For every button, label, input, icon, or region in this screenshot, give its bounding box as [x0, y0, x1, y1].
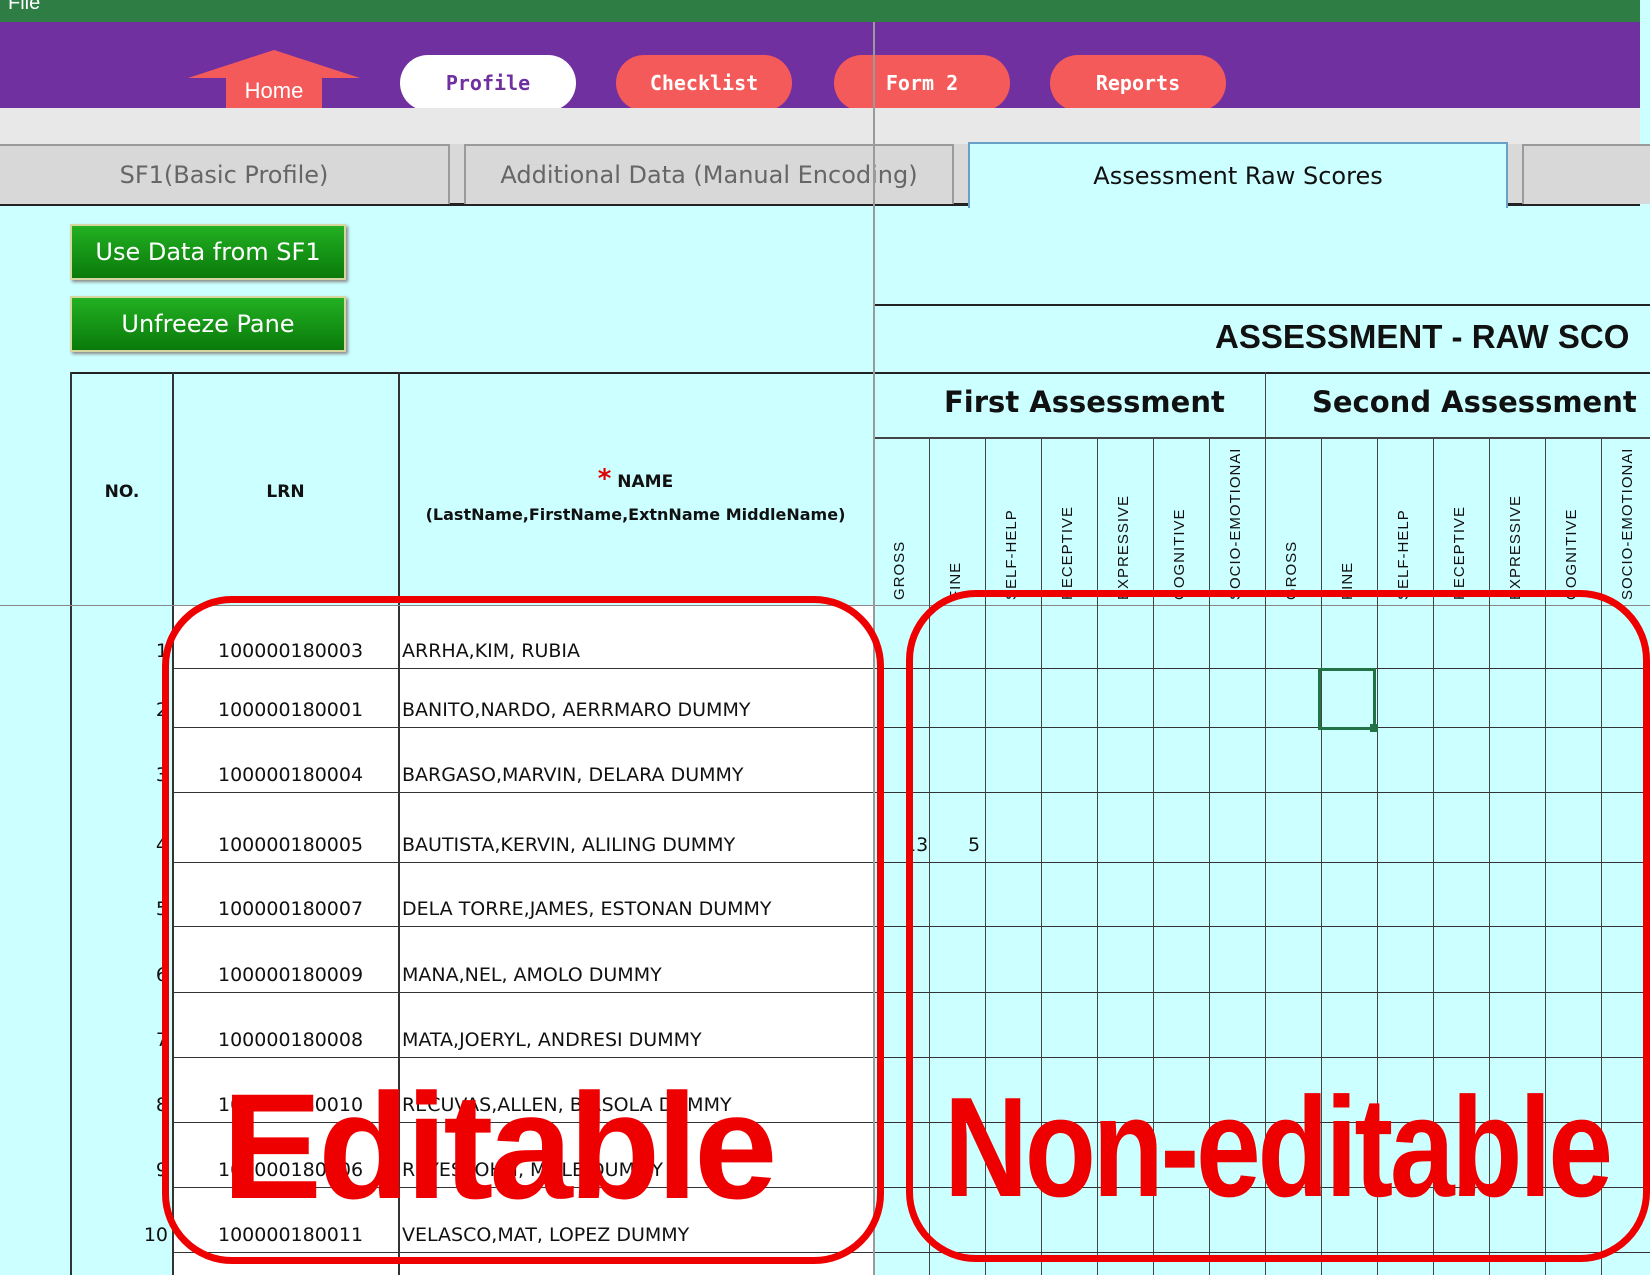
spreadsheet-window: File Home Profile Checklist Form 2 Repor… — [0, 0, 1650, 1275]
checklist-button[interactable]: Checklist — [616, 55, 792, 111]
unfreeze-pane-button[interactable]: Unfreeze Pane — [70, 296, 346, 352]
row-number-cell[interactable]: 1 — [70, 640, 168, 662]
subcolumn-header: FINE — [1339, 561, 1356, 600]
row-number-cell[interactable]: 10 — [70, 1224, 168, 1246]
subcolumn-header: RECEPTIVE — [1059, 505, 1076, 600]
non-editable-annotation: Non-editable — [944, 1068, 1613, 1227]
subcolumn-header: GROSS — [1283, 540, 1300, 600]
second-assessment-header: Second Assessment — [1312, 385, 1637, 419]
row-number-cell[interactable]: 7 — [70, 1029, 168, 1051]
row-number-cell[interactable]: 4 — [70, 834, 168, 856]
first-assessment-header: First Assessment — [944, 385, 1225, 419]
editable-annotation: Editable — [222, 1062, 777, 1230]
title-border-top — [873, 304, 1650, 306]
row-number-cell[interactable]: 3 — [70, 764, 168, 786]
use-data-from-sf1-button[interactable]: Use Data from SF1 — [70, 224, 346, 280]
tab-next[interactable] — [1522, 144, 1650, 204]
sheet-tabs: SF1(Basic Profile) Additional Data (Manu… — [0, 142, 1650, 208]
sheet-gap — [0, 108, 1640, 144]
title-bar: File — [0, 0, 1640, 22]
row-number-cell[interactable]: 6 — [70, 964, 168, 986]
name-header-label: NAME — [617, 472, 674, 492]
form2-button[interactable]: Form 2 — [834, 55, 1010, 111]
column-header-lrn: LRN — [266, 482, 305, 502]
table-column-border — [70, 372, 72, 1275]
tab-additional-data[interactable]: Additional Data (Manual Encoding) — [464, 144, 954, 204]
group-header-border — [873, 437, 1650, 439]
nav-bar: Home Profile Checklist Form 2 Reports — [0, 22, 1640, 111]
assessment-title: ASSESSMENT - RAW SCO — [1215, 318, 1630, 355]
subcolumn-header: GROSS — [891, 540, 908, 600]
subcolumn-header: COGNITIVE — [1563, 508, 1580, 600]
subcolumn-header: RECEPTIVE — [1451, 505, 1468, 600]
subcolumn-header: FINE — [947, 561, 964, 600]
tab-sf1-basic-profile[interactable]: SF1(Basic Profile) — [0, 144, 450, 204]
subcolumn-header: SOCIO-EMOTIONAL — [1619, 450, 1636, 600]
subcolumn-header: SOCIO-EMOTIONAL — [1227, 450, 1244, 600]
subcolumn-header: SELF-HELP — [1395, 509, 1412, 600]
row-number-cell[interactable]: 5 — [70, 898, 168, 920]
profile-button[interactable]: Profile — [400, 55, 576, 111]
column-header-name-format: (LastName,FirstName,ExtnName MiddleName) — [425, 505, 846, 524]
subcolumn-header: EXPRESSIVE — [1115, 494, 1132, 600]
column-header-no: NO. — [104, 482, 140, 502]
header-border-top — [70, 372, 1650, 374]
required-asterisk: * — [597, 464, 612, 494]
reports-button[interactable]: Reports — [1050, 55, 1226, 111]
row-number-cell[interactable]: 2 — [70, 699, 168, 721]
row-number-cell[interactable]: 8 — [70, 1094, 168, 1116]
file-menu[interactable]: File — [8, 0, 40, 15]
row-number-cell[interactable]: 9 — [70, 1159, 168, 1181]
subcolumn-header: SELF-HELP — [1003, 509, 1020, 600]
home-button[interactable]: Home — [188, 78, 360, 104]
subcolumn-header: EXPRESSIVE — [1507, 494, 1524, 600]
tab-assessment-raw-scores[interactable]: Assessment Raw Scores — [968, 142, 1508, 208]
column-header-name: * NAME — [398, 464, 873, 494]
subcolumn-header: COGNITIVE — [1171, 508, 1188, 600]
